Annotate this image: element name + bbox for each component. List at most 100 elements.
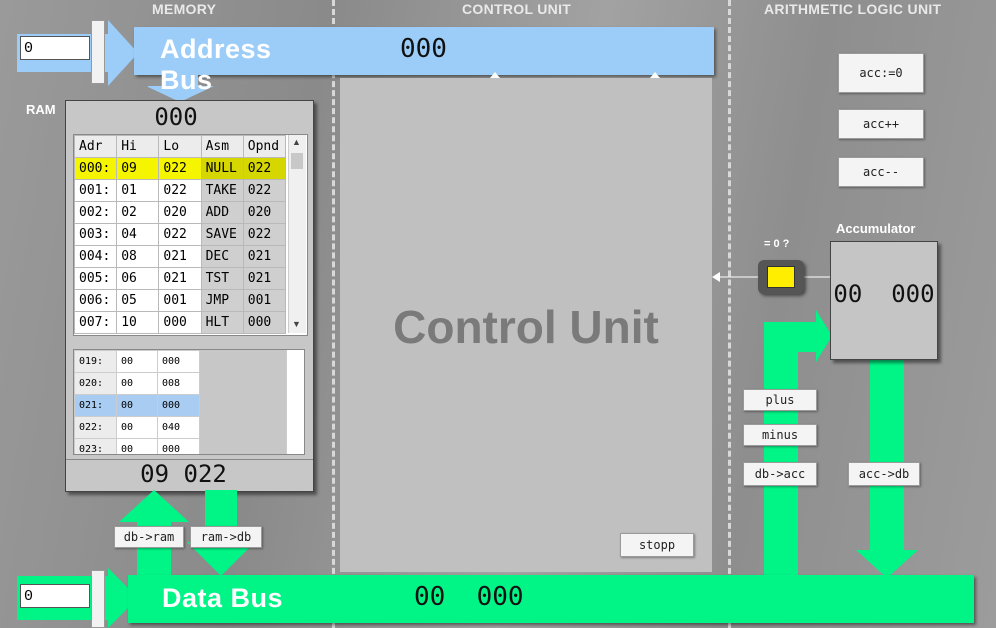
- ram-cell-asm: SAVE: [200, 223, 244, 246]
- ram-cell-lo[interactable]: 000: [158, 311, 202, 334]
- ram-row-selected[interactable]: 000: 09 022 NULL 022: [74, 157, 287, 180]
- ram-row[interactable]: 002: 02 020 ADD 020: [74, 201, 287, 224]
- ram-data-scrollbar[interactable]: [286, 350, 304, 454]
- address-bus-input-handle[interactable]: [91, 20, 105, 84]
- zero-flag-indicator: [758, 260, 804, 294]
- ram-data-hi[interactable]: 00: [116, 372, 158, 395]
- acc-to-db-button[interactable]: acc->db: [848, 462, 920, 486]
- minus-button[interactable]: minus: [743, 424, 817, 446]
- ram-cell-hi[interactable]: 01: [116, 179, 160, 202]
- ram-cell-hi[interactable]: 09: [116, 157, 160, 180]
- scroll-down-icon[interactable]: ▼: [292, 319, 301, 329]
- db-to-ram-button[interactable]: db->ram: [114, 526, 184, 548]
- ram-data-adr: 020:: [74, 372, 117, 395]
- ram-cell-opnd: 020: [242, 201, 287, 224]
- ram-data-hi[interactable]: 00: [116, 416, 158, 439]
- ram-cell-lo[interactable]: 022: [158, 157, 202, 180]
- ram-cell-asm: HLT: [200, 311, 244, 334]
- ram-panel: 000 Adr Hi Lo Asm Opnd 000: 09 022 NULL …: [65, 100, 314, 492]
- ram-data-row[interactable]: 020: 00 008: [74, 372, 200, 395]
- ram-label: RAM: [26, 102, 56, 117]
- ram-address-display: 000: [154, 103, 198, 131]
- section-title-alu: ARITHMETIC LOGIC UNIT: [764, 1, 942, 17]
- ram-data-row-highlighted[interactable]: 021: 00 000: [74, 394, 200, 417]
- ram-row[interactable]: 004: 08 021 DEC 021: [74, 245, 287, 268]
- ram-cell-hi[interactable]: 08: [116, 245, 160, 268]
- ram-cell-adr: 004:: [74, 245, 118, 268]
- ram-data-row[interactable]: 023: 00 000: [74, 438, 200, 454]
- ram-data-hi[interactable]: 00: [116, 394, 158, 417]
- ram-data-hi[interactable]: 00: [116, 438, 158, 454]
- ram-cell-asm: NULL: [200, 157, 244, 180]
- data-bus-input-handle[interactable]: [91, 570, 105, 628]
- acc-decrement-button[interactable]: acc--: [838, 157, 924, 187]
- accumulator-box: 00 000: [830, 241, 938, 360]
- ram-program-scroll-thumb[interactable]: [291, 153, 303, 169]
- ram-data-lo[interactable]: 008: [157, 372, 200, 395]
- ram-data-row[interactable]: 019: 00 000: [74, 350, 200, 373]
- divider-memory-cu: [332, 0, 335, 628]
- acc-zero-button[interactable]: acc:=0: [838, 53, 924, 93]
- ram-col-hi: Hi: [116, 135, 160, 158]
- control-unit-label: Control Unit: [393, 301, 659, 353]
- accumulator-value: 00 000: [833, 280, 935, 308]
- db-to-acc-button[interactable]: db->acc: [743, 462, 817, 486]
- ram-cell-adr: 003:: [74, 223, 118, 246]
- ram-data-adr: 023:: [74, 438, 117, 454]
- section-title-memory: MEMORY: [152, 1, 217, 17]
- data-bus-value: 00 000: [414, 582, 524, 612]
- ram-data-lo[interactable]: 040: [157, 416, 200, 439]
- ram-cell-opnd: 021: [242, 267, 287, 290]
- ram-to-db-button[interactable]: ram->db: [190, 526, 262, 548]
- ram-row[interactable]: 003: 04 022 SAVE 022: [74, 223, 287, 246]
- ram-row[interactable]: 006: 05 001 JMP 001: [74, 289, 287, 312]
- ram-cell-asm: DEC: [200, 245, 244, 268]
- ram-row[interactable]: 007: 10 000 HLT 000: [74, 311, 287, 334]
- ram-cell-opnd: 022: [242, 223, 287, 246]
- data-bus-input[interactable]: [20, 584, 90, 608]
- stopp-button[interactable]: stopp: [620, 533, 694, 557]
- address-bus-input[interactable]: [20, 36, 90, 60]
- zero-flag-lamp: [767, 266, 795, 288]
- ram-cell-hi[interactable]: 04: [116, 223, 160, 246]
- data-bus-label: Data Bus: [162, 583, 284, 613]
- ram-cell-adr: 006:: [74, 289, 118, 312]
- address-bus-label: Address Bus: [160, 34, 272, 95]
- ram-cell-lo[interactable]: 022: [158, 179, 202, 202]
- ram-data-lo[interactable]: 000: [157, 438, 200, 454]
- ram-cell-hi[interactable]: 05: [116, 289, 160, 312]
- section-title-control-unit: CONTROL UNIT: [462, 1, 572, 17]
- ram-cell-adr: 001:: [74, 179, 118, 202]
- acc-increment-button[interactable]: acc++: [838, 109, 924, 139]
- ram-data-lo[interactable]: 000: [157, 394, 200, 417]
- ram-cell-hi[interactable]: 06: [116, 267, 160, 290]
- ram-cell-lo[interactable]: 021: [158, 267, 202, 290]
- ram-cell-lo[interactable]: 020: [158, 201, 202, 224]
- zero-test-label: = 0 ?: [764, 238, 790, 250]
- ram-cell-hi[interactable]: 10: [116, 311, 160, 334]
- ram-cell-lo[interactable]: 022: [158, 223, 202, 246]
- ram-data-hi[interactable]: 00: [116, 350, 158, 373]
- ram-cell-adr: 005:: [74, 267, 118, 290]
- ram-program-table: Adr Hi Lo Asm Opnd 000: 09 022 NULL 022 …: [74, 135, 287, 334]
- ram-data-row[interactable]: 022: 00 040: [74, 416, 200, 439]
- ram-data-lo[interactable]: 000: [157, 350, 200, 373]
- ram-program-scrollbar[interactable]: ▲ ▼: [288, 135, 306, 333]
- ram-cell-asm: TAKE: [200, 179, 244, 202]
- ram-row[interactable]: 005: 06 021 TST 021: [74, 267, 287, 290]
- ram-cell-lo[interactable]: 021: [158, 245, 202, 268]
- ram-cell-lo[interactable]: 001: [158, 289, 202, 312]
- ram-table-header: Adr Hi Lo Asm Opnd: [74, 135, 287, 158]
- ram-col-adr: Adr: [74, 135, 118, 158]
- ram-data-display: 09 022: [140, 460, 227, 488]
- ram-row[interactable]: 001: 01 022 TAKE 022: [74, 179, 287, 202]
- scroll-up-icon[interactable]: ▲: [292, 137, 301, 147]
- ram-cell-adr: 000:: [74, 157, 118, 180]
- plus-button[interactable]: plus: [743, 389, 817, 411]
- ram-col-opnd: Opnd: [242, 135, 287, 158]
- ram-cell-hi[interactable]: 02: [116, 201, 160, 224]
- ram-cell-adr: 007:: [74, 311, 118, 334]
- ram-program-table-container: Adr Hi Lo Asm Opnd 000: 09 022 NULL 022 …: [73, 134, 308, 336]
- ram-cell-opnd: 021: [242, 245, 287, 268]
- ram-data-table: 019: 00 000 020: 00 008 021: 00 000 022:…: [74, 350, 200, 454]
